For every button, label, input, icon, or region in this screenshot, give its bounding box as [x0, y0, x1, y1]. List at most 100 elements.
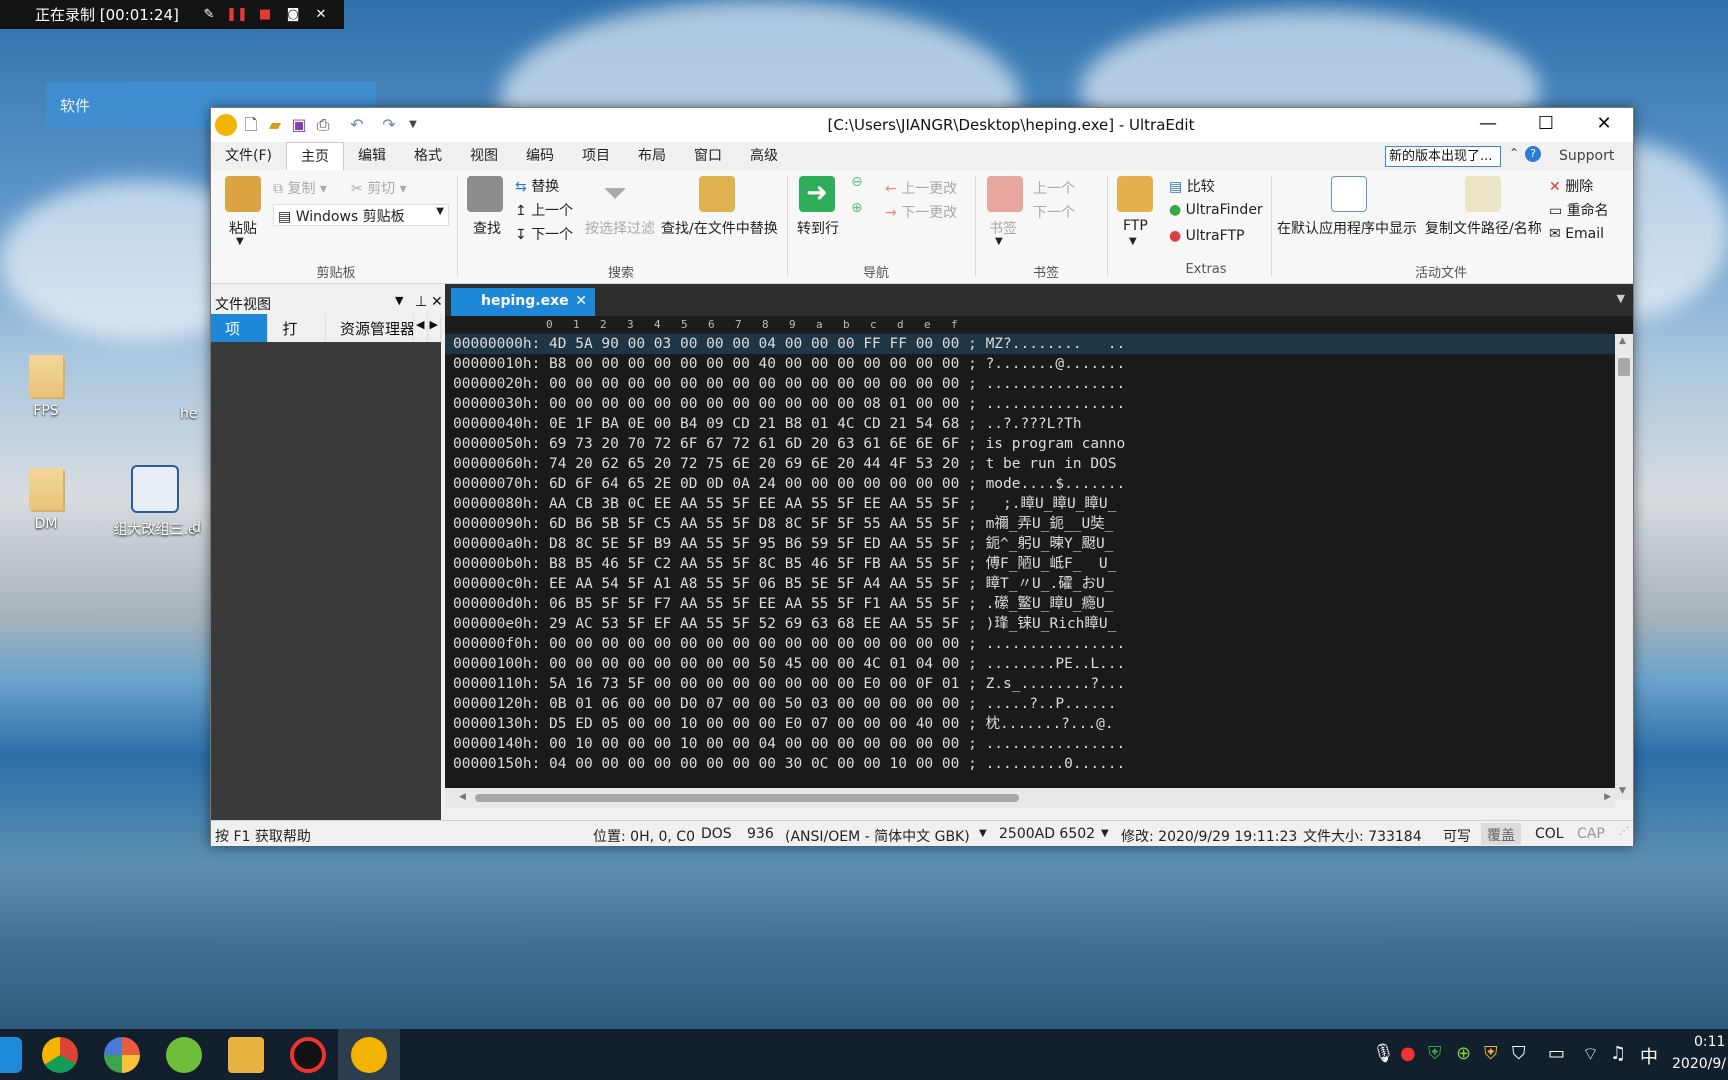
hex-bytes[interactable]: 04 00 00 00 00 00 00 00 00 30 0C 00 00 1… [549, 756, 959, 772]
panel-close-icon[interactable]: ✕ [431, 294, 443, 310]
hex-ascii[interactable]: .....?..P...... [986, 696, 1117, 712]
close-button[interactable]: ✕ [1575, 108, 1633, 142]
vertical-scroll-thumb[interactable] [1618, 358, 1630, 376]
hex-row[interactable]: 00000040h: 0E 1F BA 0E 00 B4 09 CD 21 B8… [445, 414, 1615, 434]
hex-bytes[interactable]: 0E 1F BA 0E 00 B4 09 CD 21 B8 01 4C CD 2… [549, 416, 959, 432]
status-codepage[interactable]: 936 [747, 826, 774, 842]
hex-bytes[interactable]: 00 00 00 00 00 00 00 00 00 00 00 00 00 0… [549, 376, 959, 392]
minimize-button[interactable]: — [1459, 108, 1517, 142]
ftp-dropdown-icon[interactable]: ▼ [1129, 236, 1137, 247]
hex-row[interactable]: 00000130h: D5 ED 05 00 00 10 00 00 00 E0… [445, 714, 1615, 734]
hex-bytes[interactable]: D5 ED 05 00 00 10 00 00 00 E0 07 00 00 0… [549, 716, 959, 732]
camera-icon[interactable]: ◙ [279, 7, 307, 22]
hex-bytes[interactable]: 6D B6 5B 5F C5 AA 55 5F D8 8C 5F 5F 55 A… [549, 516, 959, 532]
ftp-button[interactable]: FTP [1123, 218, 1148, 234]
hex-row[interactable]: 00000070h: 6D 6F 64 65 2E 0D 0D 0A 24 00… [445, 474, 1615, 494]
hex-ascii[interactable]: )琒_铼U_Rich瞕U_ [986, 616, 1117, 632]
file-tab[interactable]: heping.exe ✕ [451, 288, 595, 316]
hex-row[interactable]: 00000030h: 00 00 00 00 00 00 00 00 00 00… [445, 394, 1615, 414]
record-tray-icon[interactable]: ● [1400, 1043, 1416, 1064]
hex-row[interactable]: 00000000h: 4D 5A 90 00 03 00 00 00 04 00… [445, 334, 1615, 354]
hex-bytes[interactable]: 6D 6F 64 65 2E 0D 0D 0A 24 00 00 00 00 0… [549, 476, 959, 492]
hex-row[interactable]: 000000f0h: 00 00 00 00 00 00 00 00 00 00… [445, 634, 1615, 654]
menu-project[interactable]: 项目 [568, 142, 624, 170]
menu-window[interactable]: 窗口 [680, 142, 736, 170]
hex-row[interactable]: 000000c0h: EE AA 54 5F A1 A8 55 5F 06 B5… [445, 574, 1615, 594]
find-in-files-button[interactable]: 查找/在文件中替换 [661, 218, 778, 238]
horizontal-scrollbar[interactable]: ◀ ▶ [445, 788, 1615, 808]
hex-row[interactable]: 00000090h: 6D B6 5B 5F C5 AA 55 5F D8 8C… [445, 514, 1615, 534]
tab-explorer[interactable]: 资源管理器 [326, 314, 415, 342]
find-next-button[interactable]: ↧ 下一个 [515, 224, 573, 244]
redo-icon[interactable]: ↷ [379, 115, 399, 135]
find-prev-button[interactable]: ↥ 上一个 [515, 200, 573, 220]
status-line-ending[interactable]: DOS [701, 826, 732, 842]
back-icon[interactable]: ⊖ [851, 174, 863, 190]
shield-tray-icon[interactable]: ⛨ [1484, 1043, 1498, 1064]
status-writable[interactable]: 可写 [1443, 826, 1471, 846]
hex-ascii[interactable]: MZ?........ .. [986, 336, 1126, 352]
menu-edit[interactable]: 编辑 [344, 142, 400, 170]
hex-bytes[interactable]: 0B 01 06 00 00 D0 07 00 00 50 03 00 00 0… [549, 696, 959, 712]
hex-bytes[interactable]: EE AA 54 5F A1 A8 55 5F 06 B5 5E 5F A4 A… [549, 576, 959, 592]
new-file-icon[interactable]: 🗋 [241, 115, 261, 135]
hex-row[interactable]: 00000020h: 00 00 00 00 00 00 00 00 00 00… [445, 374, 1615, 394]
open-file-icon[interactable]: ▰ [265, 115, 285, 135]
hex-ascii[interactable]: ................ [986, 396, 1126, 412]
chrome-alt-icon[interactable] [104, 1037, 140, 1073]
scroll-down-icon[interactable]: ▼ [1619, 786, 1626, 796]
support-menu[interactable]: Support [1559, 148, 1614, 164]
save-icon[interactable]: ▣ [289, 115, 309, 135]
microphone-icon[interactable]: 🎙 [1372, 1043, 1395, 1064]
hex-ascii[interactable]: 傅F_陋U_岻F_ U_ [986, 556, 1117, 572]
hex-bytes[interactable]: 00 00 00 00 00 00 00 00 00 00 00 00 08 0… [549, 396, 959, 412]
ultraftp-button[interactable]: ● UltraFTP [1169, 228, 1244, 244]
chrome-icon[interactable] [42, 1037, 78, 1073]
status-overwrite[interactable]: 覆盖 [1481, 823, 1521, 845]
desktop-icon-d[interactable]: d [192, 520, 212, 536]
clock-time[interactable]: 0:11 [1694, 1034, 1725, 1050]
menu-home[interactable]: 主页 [285, 142, 344, 170]
hex-ascii[interactable]: 瞕T_〃U_.礭_おU_ [986, 576, 1114, 592]
hex-ascii[interactable]: ................ [986, 376, 1126, 392]
horizontal-scroll-thumb[interactable] [475, 794, 1019, 802]
scroll-up-icon[interactable]: ▲ [1619, 336, 1626, 346]
hex-bytes[interactable]: 00 00 00 00 00 00 00 00 00 00 00 00 00 0… [549, 636, 959, 652]
desktop-icon-dm[interactable]: DM [6, 468, 86, 532]
hex-row[interactable]: 000000e0h: 29 AC 53 5F EF AA 55 5F 52 69… [445, 614, 1615, 634]
compare-button[interactable]: ▤ 比较 [1169, 176, 1215, 196]
hex-ascii[interactable]: ........PE..L... [986, 656, 1126, 672]
shield-icon[interactable]: ⛨ [1428, 1043, 1442, 1064]
bookmark-dropdown-icon[interactable]: ▼ [995, 236, 1003, 247]
hex-ascii[interactable]: m禰_弄U_鈪__U奘_ [986, 516, 1114, 532]
tab-list-dropdown-icon[interactable]: ▼ [1617, 292, 1625, 305]
print-icon[interactable]: ⎙ [313, 115, 333, 135]
hex-row[interactable]: 00000060h: 74 20 62 65 20 72 75 6E 20 69… [445, 454, 1615, 474]
edge-icon[interactable] [0, 1037, 22, 1073]
green-browser-icon[interactable] [166, 1037, 202, 1073]
prev-bookmark-button[interactable]: 上一个 [1033, 178, 1075, 198]
close-icon[interactable]: ✕ [307, 7, 335, 22]
replace-button[interactable]: ⇆ 替换 [515, 176, 559, 196]
hex-ascii[interactable]: 枕.......?...@. [986, 716, 1114, 732]
hex-row[interactable]: 00000150h: 04 00 00 00 00 00 00 00 00 30… [445, 754, 1615, 774]
hex-editor-area[interactable]: 00000000h: 4D 5A 90 00 03 00 00 00 04 00… [445, 334, 1615, 788]
menu-format[interactable]: 格式 [400, 142, 456, 170]
prev-change-button[interactable]: ← 上一更改 [885, 178, 957, 198]
next-bookmark-button[interactable]: 下一个 [1033, 202, 1075, 222]
chevron-up-icon[interactable]: ⌃ [1509, 146, 1519, 160]
pin-icon[interactable]: ⊥ [415, 294, 427, 310]
hex-bytes[interactable]: AA CB 3B 0C EE AA 55 5F EE AA 55 5F EE A… [549, 496, 959, 512]
help-icon[interactable]: ? [1525, 146, 1541, 162]
undo-icon[interactable]: ↶ [347, 115, 367, 135]
hex-bytes[interactable]: D8 8C 5E 5F B9 AA 55 5F 95 B6 59 5F ED A… [549, 536, 959, 552]
clock-date[interactable]: 2020/9/ [1672, 1056, 1726, 1072]
clipboard-select[interactable]: ▤ Windows 剪贴板 ▼ [273, 204, 449, 226]
scroll-left-icon[interactable]: ◀ [459, 792, 466, 802]
vertical-scrollbar[interactable]: ▲ ▼ [1615, 334, 1633, 800]
status-encoding[interactable]: (ANSI/OEM - 简体中文 GBK) [785, 826, 970, 846]
paste-dropdown-icon[interactable]: ▼ [236, 236, 244, 247]
bookmark-button[interactable]: 书签 [989, 218, 1017, 238]
battery-icon[interactable]: ▭ [1548, 1043, 1565, 1064]
file-explorer-icon[interactable] [228, 1037, 264, 1073]
